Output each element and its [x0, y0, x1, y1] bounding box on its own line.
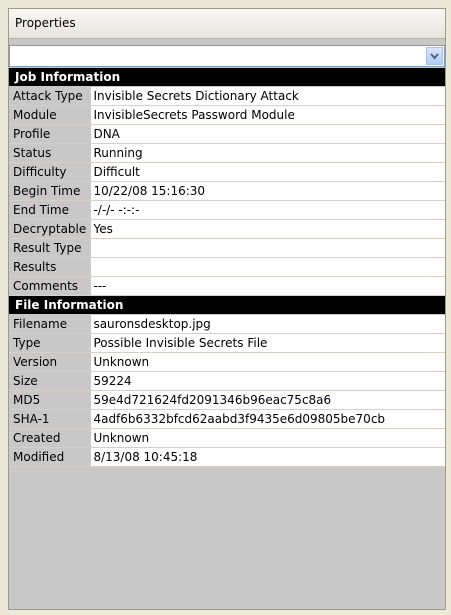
property-label: Size	[13, 374, 38, 388]
property-row[interactable]: End Time -/-/- -:-:-	[9, 201, 445, 220]
property-label: Module	[13, 108, 57, 122]
property-row[interactable]: Size 59224	[9, 372, 445, 391]
property-label: Modified	[13, 450, 65, 464]
property-row[interactable]: Created Unknown	[9, 429, 445, 448]
section-title: File Information	[15, 298, 124, 312]
property-label: Version	[13, 355, 58, 369]
property-value[interactable]: 8/13/08 10:45:18	[90, 448, 445, 466]
dropdown-button[interactable]	[426, 47, 443, 65]
property-row[interactable]: Module InvisibleSecrets Password Module	[9, 106, 445, 125]
panel-footer	[9, 599, 445, 609]
property-label: Attack Type	[13, 89, 83, 103]
property-value[interactable]: DNA	[90, 125, 445, 143]
property-value[interactable]: Unknown	[90, 353, 445, 371]
property-grid: Job Information Attack Type Invisible Sec…	[9, 68, 445, 467]
property-value[interactable]: Running	[90, 144, 445, 162]
property-value[interactable]: -/-/- -:-:-	[90, 201, 445, 219]
property-value[interactable]: 59e4d721624fd2091346b96eac75c8a6	[90, 391, 445, 409]
property-label: Created	[13, 431, 61, 445]
property-label: End Time	[13, 203, 69, 217]
properties-header: Properties	[9, 9, 445, 39]
property-row[interactable]: Results	[9, 258, 445, 277]
property-value[interactable]: Unknown	[90, 429, 445, 447]
property-row[interactable]: Begin Time 10/22/08 15:16:30	[9, 182, 445, 201]
property-row[interactable]: Difficulty Difficult	[9, 163, 445, 182]
property-value[interactable]: 10/22/08 15:16:30	[90, 182, 445, 200]
property-value[interactable]: sauronsdesktop.jpg	[90, 315, 445, 333]
property-label: Status	[13, 146, 52, 160]
properties-title: Properties	[15, 16, 76, 30]
property-label: Comments	[13, 279, 79, 293]
section-title: Job Information	[15, 70, 121, 84]
property-value[interactable]: InvisibleSecrets Password Module	[90, 106, 445, 124]
property-label: SHA-1	[13, 412, 50, 426]
property-value[interactable]: Difficult	[90, 163, 445, 181]
property-label: Filename	[13, 317, 68, 331]
property-label: Results	[13, 260, 57, 274]
property-row[interactable]: SHA-1 4adf6b6332bfcd62aabd3f9435e6d09805b…	[9, 410, 445, 429]
property-value[interactable]: 59224	[90, 372, 445, 390]
property-row[interactable]: Result Type	[9, 239, 445, 258]
property-label: Type	[13, 336, 41, 350]
chevron-down-icon	[430, 52, 439, 60]
property-label: MD5	[13, 393, 41, 407]
property-label: Result Type	[13, 241, 82, 255]
property-value[interactable]	[90, 239, 445, 257]
property-row[interactable]: Modified 8/13/08 10:45:18	[9, 448, 445, 467]
property-row[interactable]: Profile DNA	[9, 125, 445, 144]
property-value[interactable]: Yes	[90, 220, 445, 238]
properties-panel: Properties Job Information Attack Type In…	[8, 8, 446, 610]
property-label: Decryptable	[13, 222, 87, 236]
section-job-information: Job Information	[9, 68, 445, 87]
section-file-information: File Information	[9, 296, 445, 315]
property-row[interactable]: Status Running	[9, 144, 445, 163]
property-label: Difficulty	[13, 165, 67, 179]
property-row[interactable]: Filename sauronsdesktop.jpg	[9, 315, 445, 334]
property-label: Profile	[13, 127, 51, 141]
property-value[interactable]: Possible Invisible Secrets File	[90, 334, 445, 352]
property-label: Begin Time	[13, 184, 81, 198]
property-value[interactable]	[90, 258, 445, 276]
property-value[interactable]: Invisible Secrets Dictionary Attack	[90, 87, 445, 105]
property-row[interactable]: Comments ---	[9, 277, 445, 296]
property-value[interactable]: ---	[90, 277, 445, 295]
property-row[interactable]: Type Possible Invisible Secrets File	[9, 334, 445, 353]
property-row[interactable]: MD5 59e4d721624fd2091346b96eac75c8a6	[9, 391, 445, 410]
property-row[interactable]: Attack Type Invisible Secrets Dictionary …	[9, 87, 445, 106]
property-row[interactable]: Version Unknown	[9, 353, 445, 372]
properties-selector[interactable]	[9, 45, 445, 67]
property-value[interactable]: 4adf6b6332bfcd62aabd3f9435e6d09805be70cb	[90, 410, 445, 428]
property-row[interactable]: Decryptable Yes	[9, 220, 445, 239]
